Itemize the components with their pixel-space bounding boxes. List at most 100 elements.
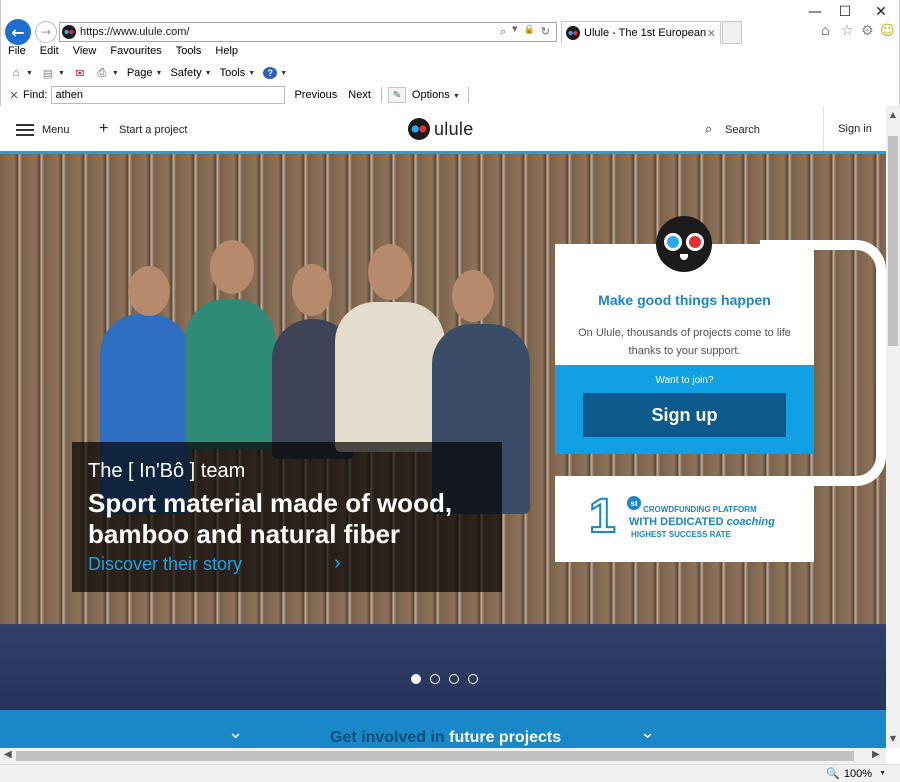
feeds-button[interactable]: ▤ ▼ (41, 67, 65, 80)
tab-ulule[interactable]: Ulule - The 1st European cr... ✕ (561, 21, 721, 44)
site-header: Menu + Start a project ulule ⌕ Search Si… (0, 106, 886, 154)
menu-link[interactable]: Menu (42, 124, 70, 136)
vertical-scrollbar[interactable]: ▲ ▼ (886, 106, 900, 748)
scroll-left-arrow-icon[interactable]: ◀ (4, 749, 12, 760)
find-options-label: Options (411, 89, 450, 101)
discover-story-link[interactable]: Discover their story (88, 554, 242, 575)
print-button[interactable]: ⎙ ▼ (95, 66, 118, 79)
future-projects-band: ⌄ Get involved in future projects ⌄ (0, 710, 886, 748)
badge-line-2-prefix: WITH DEDICATED (629, 516, 727, 528)
url-text[interactable]: https://www.ulule.com/ (80, 26, 500, 38)
person-head (128, 266, 170, 316)
carousel-dot[interactable] (411, 674, 421, 684)
owl-logo-icon (408, 118, 430, 140)
sign-in-link[interactable]: Sign in (823, 106, 886, 151)
page-menu[interactable]: Page ▼ (127, 67, 163, 79)
highlight-matches-icon[interactable]: ✎ (387, 87, 406, 103)
future-highlight: future projects (449, 729, 562, 746)
scroll-down-arrow-icon[interactable]: ▼ (886, 734, 900, 743)
find-options-button[interactable]: Options ▼ (412, 89, 460, 101)
vertical-scroll-thumb[interactable] (888, 136, 898, 346)
carousel-dot[interactable] (449, 674, 459, 684)
ulule-favicon-icon (566, 26, 580, 40)
carousel-dot[interactable] (468, 674, 478, 684)
chevron-down-icon[interactable]: ⌄ (640, 722, 655, 743)
gear-icon[interactable]: ⚙ (861, 23, 874, 39)
person-head (452, 270, 494, 322)
plus-icon[interactable]: + (99, 120, 108, 138)
badge-number: 1 (588, 489, 617, 544)
sign-up-button[interactable]: Sign up (583, 393, 786, 437)
person-figure (185, 299, 275, 449)
home-button[interactable]: ⌂ ▼ (9, 67, 33, 79)
read-mail-button[interactable]: ✉ (73, 67, 87, 80)
menu-edit[interactable]: Edit (33, 45, 66, 61)
help-icon: ? (263, 67, 278, 79)
help-button[interactable]: ? ▼ (263, 67, 287, 79)
project-caption: The [ In'Bô ] team Sport material made o… (72, 442, 502, 592)
close-tab-icon[interactable]: ✕ (707, 27, 716, 40)
new-tab-button[interactable] (722, 21, 742, 44)
menu-help[interactable]: Help (208, 45, 245, 61)
tools-menu[interactable]: Tools ▼ (220, 67, 256, 79)
ground-background (0, 624, 886, 710)
chevron-right-icon[interactable]: › (334, 552, 341, 575)
tab-title: Ulule - The 1st European cr... (584, 27, 707, 39)
arrow-left-icon: ← (11, 22, 25, 42)
carousel-dot[interactable] (430, 674, 440, 684)
arrow-right-icon: → (40, 25, 52, 39)
close-window-button[interactable]: ✕ (867, 2, 895, 22)
search-icon[interactable]: ⌕ (705, 121, 712, 137)
signup-panel: Want to join? Sign up (555, 365, 814, 454)
minimize-button[interactable]: — (801, 2, 829, 22)
hamburger-menu-icon[interactable] (16, 124, 34, 136)
forward-button[interactable]: → (35, 21, 57, 43)
person-head (292, 264, 332, 316)
ulule-logo[interactable]: ulule (408, 118, 474, 140)
owl-eye-right (686, 233, 704, 251)
find-next-button[interactable]: Next (348, 89, 371, 101)
menu-bar: File Edit View Favourites Tools Help (1, 45, 245, 61)
close-find-icon[interactable]: ✕ (5, 89, 23, 102)
menu-file[interactable]: File (1, 45, 33, 61)
scroll-right-arrow-icon[interactable]: ▶ (872, 749, 880, 760)
badge-superscript: st (627, 496, 641, 510)
start-project-link[interactable]: Start a project (119, 124, 187, 136)
badge-line-2-emphasis: coaching (726, 516, 775, 528)
owl-eye-left (664, 233, 682, 251)
find-label: Find: (23, 89, 48, 101)
mail-icon: ✉ (75, 67, 85, 80)
hero-banner: The [ In'Bô ] team Sport material made o… (0, 154, 886, 710)
back-button[interactable]: ← (5, 19, 31, 45)
project-headline: Sport material made of wood, bamboo and … (88, 488, 453, 549)
command-bar: ⌂ ▼ ▤ ▼ ✉ ⎙ ▼ Page ▼ Safety ▼ Tools ▼ ? ▼ (1, 63, 287, 83)
find-input[interactable] (51, 86, 286, 104)
menu-view[interactable]: View (66, 45, 104, 61)
favorites-star-icon[interactable]: ☆ (841, 23, 854, 39)
search-icon[interactable]: ⌕ (500, 25, 506, 39)
want-to-join-text: Want to join? (655, 375, 714, 386)
dropdown-caret-icon[interactable]: ▼ (512, 25, 517, 39)
horizontal-scrollbar[interactable]: ◀ ▶ (0, 748, 886, 764)
menu-favourites[interactable]: Favourites (103, 45, 168, 61)
future-projects-heading[interactable]: Get involved in future projects (330, 729, 561, 747)
lock-icon[interactable]: 🔒 (524, 25, 535, 39)
signup-card: Make good things happen On Ulule, thousa… (555, 244, 814, 454)
scroll-up-arrow-icon[interactable]: ▲ (886, 110, 900, 119)
logo-text: ulule (434, 118, 474, 139)
feedback-smiley-icon[interactable]: ☺ (880, 23, 895, 39)
search-link[interactable]: Search (725, 124, 760, 136)
printer-icon: ⎙ (97, 66, 107, 79)
find-previous-button[interactable]: Previous (294, 89, 337, 101)
maximize-button[interactable]: ☐ (831, 2, 859, 22)
refresh-icon[interactable]: ↻ (541, 25, 550, 39)
chevron-down-icon[interactable]: ⌄ (228, 722, 243, 743)
address-bar[interactable]: https://www.ulule.com/ ⌕ ▼ 🔒 ↻ (59, 22, 557, 42)
tagline: Make good things happen (598, 292, 771, 308)
home-icon[interactable]: ⌂ (821, 23, 830, 39)
person-head (368, 244, 412, 300)
zoom-control[interactable]: 🔍 100% ▼ (826, 767, 886, 781)
safety-menu[interactable]: Safety ▼ (170, 67, 211, 79)
menu-tools[interactable]: Tools (169, 45, 209, 61)
horizontal-scroll-thumb[interactable] (16, 751, 854, 761)
